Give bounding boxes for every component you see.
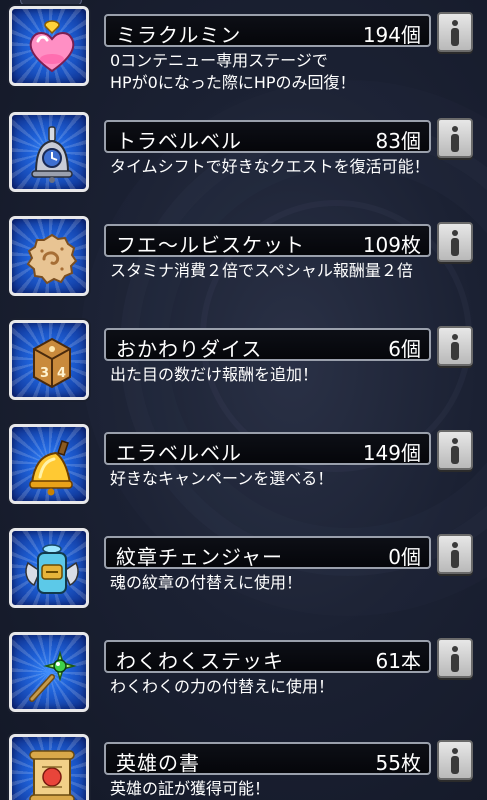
item-name: 英雄の書	[116, 751, 200, 775]
item-description-line: 英雄の証が獲得可能！	[110, 779, 271, 798]
item-row[interactable]: わくわくステッキ 61本 わくわくの力の付替えに使用！	[0, 632, 487, 722]
svg-text:4: 4	[57, 366, 66, 381]
info-button[interactable]	[437, 326, 473, 366]
item-description-line: 出た目の数だけ報酬を追加！	[110, 365, 319, 384]
item-description: 好きなキャンペーンを選べる！	[110, 468, 480, 490]
biscuit-icon	[9, 216, 89, 296]
item-count: 194個	[362, 23, 421, 47]
item-description: 英雄の証が獲得可能！	[110, 778, 480, 800]
item-description-line: 0コンテニュー専用ステージで	[110, 51, 328, 70]
item-count: 149個	[362, 441, 421, 465]
item-name: 紋章チェンジャー	[116, 545, 283, 569]
item-name: フエ〜ルビスケット	[116, 233, 305, 257]
item-name-bar: フエ〜ルビスケット 109枚	[104, 224, 431, 257]
info-button[interactable]	[437, 118, 473, 158]
item-description: 0コンテニュー専用ステージで HPが0になった際にHPのみ回復！	[110, 50, 480, 94]
magic-wand-icon	[9, 632, 89, 712]
emblem-changer-icon	[9, 528, 89, 608]
item-row[interactable]: 紋章チェンジャー 0個 魂の紋章の付替えに使用！	[0, 528, 487, 618]
item-row[interactable]: フエ〜ルビスケット 109枚 スタミナ消費２倍でスペシャル報酬量２倍	[0, 216, 487, 306]
info-button[interactable]	[437, 222, 473, 262]
svg-text:3: 3	[40, 366, 49, 381]
item-name: わくわくステッキ	[116, 649, 284, 673]
item-row[interactable]: エラベルベル 149個 好きなキャンペーンを選べる！	[0, 424, 487, 514]
item-count: 83個	[375, 129, 421, 153]
info-button[interactable]	[437, 430, 473, 470]
item-count: 6個	[388, 337, 421, 361]
heart-potion-icon	[9, 6, 89, 86]
item-description-line: HPが0になった際にHPのみ回復！	[110, 73, 356, 92]
item-description: タイムシフトで好きなクエストを復活可能！	[110, 156, 480, 178]
item-description: わくわくの力の付替えに使用！	[110, 676, 480, 698]
item-count: 55枚	[375, 751, 421, 775]
item-name: おかわりダイス	[116, 337, 263, 361]
item-description-line: わくわくの力の付替えに使用！	[110, 677, 335, 696]
info-button[interactable]	[437, 638, 473, 678]
item-name-bar: トラベルベル 83個	[104, 120, 431, 153]
hero-scroll-icon	[9, 734, 89, 800]
info-button[interactable]	[437, 740, 473, 780]
item-row[interactable]: 英雄の書 55枚 英雄の証が獲得可能！	[0, 734, 487, 800]
item-name-bar: エラベルベル 149個	[104, 432, 431, 465]
item-description-line: タイムシフトで好きなクエストを復活可能！	[110, 157, 430, 176]
info-button[interactable]	[437, 12, 473, 52]
item-list-screen: ミラクルミン 194個 0コンテニュー専用ステージで HPが0になった際にHPの…	[0, 0, 487, 800]
item-count: 61本	[375, 649, 421, 673]
item-description: スタミナ消費２倍でスペシャル報酬量２倍	[110, 260, 480, 282]
item-name-bar: ミラクルミン 194個	[104, 14, 431, 47]
item-description: 魂の紋章の付替えに使用！	[110, 572, 480, 594]
item-name-bar: おかわりダイス 6個	[104, 328, 431, 361]
item-row[interactable]: ミラクルミン 194個 0コンテニュー専用ステージで HPが0になった際にHPの…	[0, 6, 487, 96]
item-description-line: 好きなキャンペーンを選べる！	[110, 469, 334, 488]
travel-bell-icon	[9, 112, 89, 192]
item-name-bar: 紋章チェンジャー 0個	[104, 536, 431, 569]
info-button[interactable]	[437, 534, 473, 574]
item-description-line: スタミナ消費２倍でスペシャル報酬量２倍	[110, 261, 413, 280]
item-description: 出た目の数だけ報酬を追加！	[110, 364, 480, 386]
item-row[interactable]: 3 4 おかわりダイス 6個 出た目の数だけ報酬を追加！	[0, 320, 487, 410]
item-count: 0個	[388, 545, 421, 569]
gold-bell-icon	[9, 424, 89, 504]
dice-icon: 3 4	[9, 320, 89, 400]
item-row[interactable]: トラベルベル 83個 タイムシフトで好きなクエストを復活可能！	[0, 112, 487, 202]
item-name: ミラクルミン	[116, 23, 242, 47]
item-name-bar: 英雄の書 55枚	[104, 742, 431, 775]
item-name: トラベルベル	[116, 129, 242, 153]
item-name: エラベルベル	[116, 441, 242, 465]
item-description-line: 魂の紋章の付替えに使用！	[110, 573, 303, 592]
item-count: 109枚	[362, 233, 421, 257]
item-name-bar: わくわくステッキ 61本	[104, 640, 431, 673]
